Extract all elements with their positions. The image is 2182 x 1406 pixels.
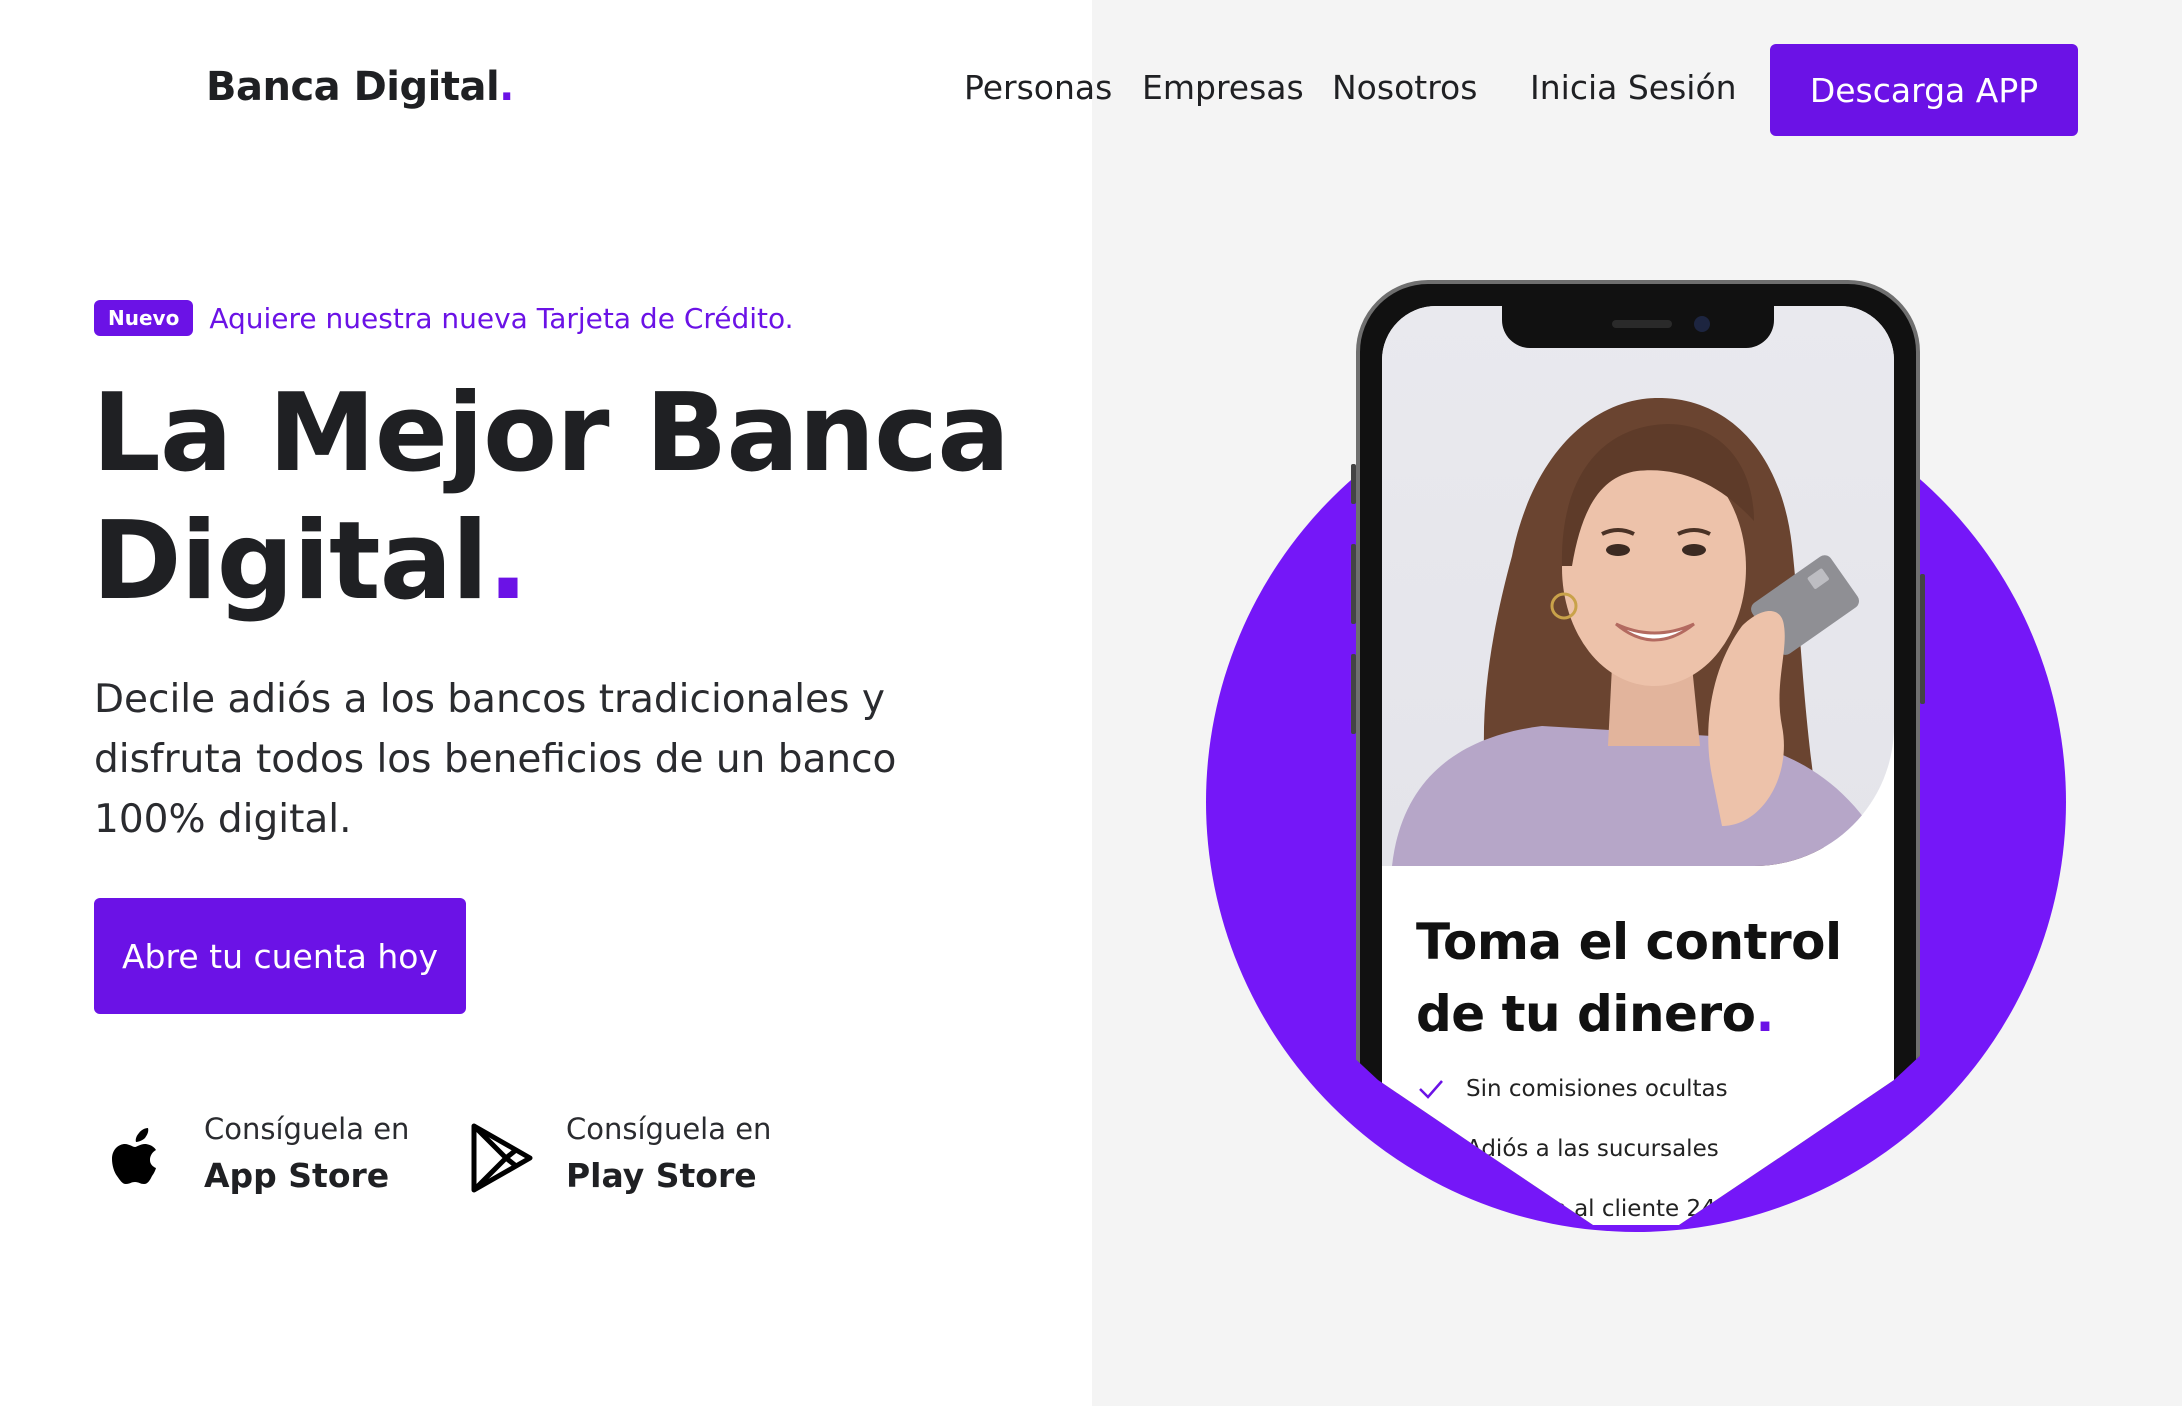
apple-icon <box>112 1128 156 1184</box>
phone-mockup: Toma el control de tu dinero. Sin comisi… <box>1351 280 1925 1225</box>
phone-volume-up <box>1351 544 1356 624</box>
hero-title-line2: Digital. <box>92 498 1009 626</box>
play-store-caption: Consíguela en <box>566 1112 772 1146</box>
screen-title: Toma el control de tu dinero. <box>1416 906 1894 1050</box>
hero-title-dot: . <box>487 499 529 624</box>
hero-title-line1: La Mejor Banca <box>92 371 1010 496</box>
screen-title-dot: . <box>1755 985 1774 1043</box>
feature-item: Sin comisiones ocultas <box>1416 1074 1728 1104</box>
screen-title-line1: Toma el control <box>1416 913 1842 971</box>
phone-notch <box>1502 306 1774 348</box>
hero-title: La Mejor Banca Digital. <box>92 370 1010 626</box>
new-badge: Nuevo <box>94 300 194 336</box>
woman-photo-illustration <box>1392 397 1892 866</box>
phone-power-button <box>1920 574 1925 704</box>
promo-banner[interactable]: Nuevo Aquiere nuestra nueva Tarjeta de C… <box>94 300 794 336</box>
phone-speaker <box>1612 320 1672 328</box>
camera-icon <box>1694 316 1710 332</box>
phone-screen: Toma el control de tu dinero. Sin comisi… <box>1382 306 1894 1225</box>
promo-link[interactable]: Aquiere nuestra nueva Tarjeta de Crédito… <box>209 302 793 335</box>
nav-item-personas[interactable]: Personas <box>964 68 1112 107</box>
feature-label: Adiós a las sucursales <box>1466 1136 1719 1162</box>
app-store-caption: Consíguela en <box>204 1112 410 1146</box>
check-icon <box>1419 1080 1443 1099</box>
screen-title-line2: de tu dinero <box>1416 985 1756 1043</box>
hero-title-word: Digital <box>92 499 489 624</box>
woman-holding-card-photo <box>1382 306 1894 866</box>
phone-volume-down <box>1351 654 1356 734</box>
hero-subtitle: Decile adiós a los bancos tradicionales … <box>94 677 897 842</box>
play-store-icon <box>471 1123 533 1193</box>
play-store-link[interactable]: Consíguela en Play Store <box>460 1112 771 1198</box>
app-store-label: App Store <box>204 1156 390 1195</box>
phone-mute-switch <box>1351 464 1356 504</box>
open-account-button[interactable]: Abre tu cuenta hoy <box>94 898 466 1014</box>
play-store-label: Play Store <box>566 1156 757 1195</box>
app-store-link[interactable]: Consíguela en App Store <box>98 1112 409 1198</box>
feature-label: Sin comisiones ocultas <box>1466 1076 1728 1102</box>
